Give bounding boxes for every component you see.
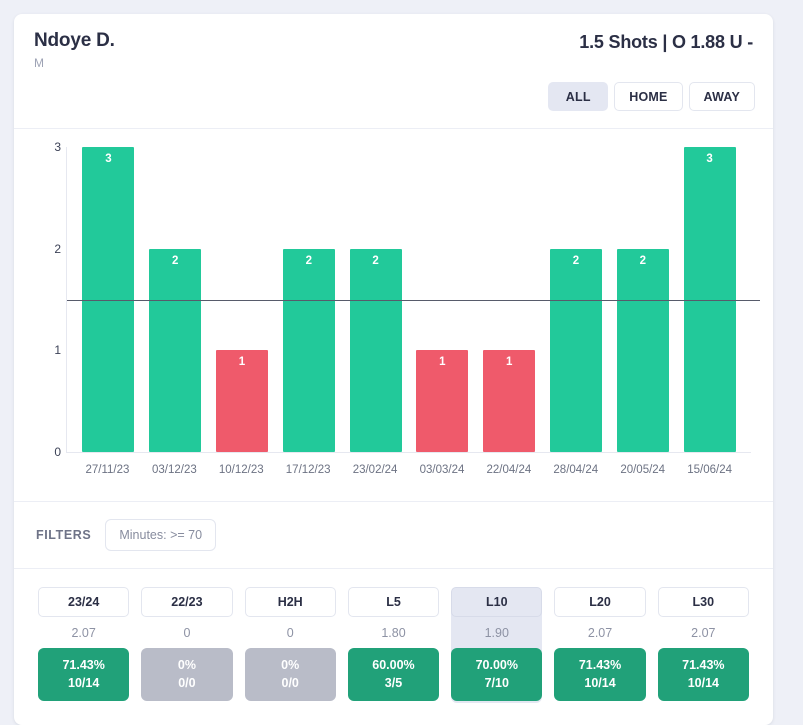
stat-percent: 70.00% <box>475 658 518 672</box>
bar[interactable]: 1 <box>215 350 268 452</box>
y-axis-tick-1: 1 <box>54 343 61 358</box>
stat-hit-rate-badge[interactable]: 0% 0/0 <box>141 648 233 702</box>
bar[interactable]: 1 <box>483 350 536 452</box>
stat-column-l5[interactable]: L5 1.80 60.00% 3/5 <box>347 587 440 703</box>
stat-column-22-23[interactable]: 22/23 0 0% 0/0 <box>141 587 233 703</box>
filters-label: FILTERS <box>36 528 92 542</box>
stat-average: 2.07 <box>691 626 716 640</box>
y-axis-tick-3: 3 <box>54 140 61 154</box>
shots-bar-chart: 3 2 1 2 2 1 1 2 2 3 0 1 2 3 27/11/23 03/12/23 10/12/23… <box>14 129 773 501</box>
bar-value-label: 2 <box>171 254 179 267</box>
stat-hit-rate-badge[interactable]: 71.43% 10/14 <box>38 648 130 702</box>
card-header: Ndoye D. M 1.5 Shots | O 1.88 U - ALL HOM… <box>14 14 773 128</box>
stat-column-l30[interactable]: L30 2.07 71.43% 10/14 <box>657 587 749 703</box>
bar-value-label: 1 <box>505 356 513 369</box>
x-axis-tick: 23/02/24 <box>352 464 398 476</box>
stat-percent: 60.00% <box>372 658 415 672</box>
x-axis-tick: 03/03/24 <box>419 464 465 476</box>
stat-average: 1.80 <box>381 626 406 640</box>
bar-value-label: 3 <box>105 153 112 165</box>
threshold-line <box>67 299 760 301</box>
bar[interactable]: 2 <box>616 248 669 452</box>
stat-range-button[interactable]: L5 <box>347 587 440 617</box>
venue-filter-tabs: ALL HOME AWAY <box>548 82 755 111</box>
stat-ratio: 3/5 <box>384 676 403 691</box>
y-axis-tick-2: 2 <box>54 241 61 256</box>
stat-range-button[interactable]: L20 <box>554 587 646 617</box>
bar-value-label: 2 <box>572 254 580 267</box>
bar[interactable]: 2 <box>149 248 202 452</box>
stat-range-button[interactable]: H2H <box>244 587 336 617</box>
stat-percent: 0% <box>177 658 196 672</box>
stat-average: 0 <box>286 626 294 640</box>
bar-value-label: 1 <box>238 356 246 369</box>
bar-value-label: 1 <box>439 356 446 369</box>
stat-ratio: 7/10 <box>484 676 509 691</box>
stat-column-l20[interactable]: L20 2.07 71.43% 10/14 <box>554 587 646 703</box>
bar[interactable]: 2 <box>549 248 602 452</box>
x-axis-tick: 28/04/24 <box>553 464 599 476</box>
chart-plot-area: 3 2 1 2 2 1 1 2 2 3 0 1 2 3 <box>54 140 760 459</box>
bar[interactable]: 2 <box>349 248 402 452</box>
tab-away[interactable]: AWAY <box>688 82 755 111</box>
stat-ratio: 10/14 <box>687 676 719 691</box>
bar-value-label: 2 <box>372 254 379 267</box>
x-axis-tick: 15/06/24 <box>687 464 732 476</box>
bar[interactable]: 2 <box>282 248 335 452</box>
stat-column-h2h[interactable]: H2H 0 0% 0/0 <box>244 587 336 703</box>
stat-percent: 71.43% <box>578 658 622 672</box>
bar-value-label: 2 <box>305 254 312 267</box>
bar[interactable]: 1 <box>416 350 469 452</box>
stat-average: 0 <box>183 626 191 640</box>
tab-home[interactable]: HOME <box>614 82 683 111</box>
stat-range-button[interactable]: L10 <box>451 587 543 617</box>
stat-column-23-24[interactable]: 23/24 2.07 71.43% 10/14 <box>38 587 130 703</box>
player-position: M <box>34 56 44 70</box>
bar-value-label: 2 <box>639 254 646 267</box>
stat-range-button[interactable]: 23/24 <box>38 587 130 617</box>
stat-percent: 71.43% <box>62 658 105 672</box>
y-axis-tick-0: 0 <box>54 445 61 459</box>
stat-ratio: 10/14 <box>584 676 616 691</box>
stats-summary-row: 23/24 2.07 71.43% 10/14 22/23 0 0% 0/0 H2H 0 0% 0/0… <box>14 569 773 725</box>
stat-hit-rate-badge[interactable]: 71.43% 10/14 <box>554 648 646 702</box>
player-stats-card: Ndoye D. M 1.5 Shots | O 1.88 U - ALL HOM… <box>14 14 773 725</box>
stat-range-button[interactable]: 22/23 <box>141 587 233 617</box>
stat-hit-rate-badge[interactable]: 0% 0/0 <box>244 648 336 702</box>
stat-hit-rate-badge[interactable]: 70.00% 7/10 <box>451 648 543 702</box>
filter-chip-minutes[interactable]: Minutes: >= 70 <box>105 519 217 551</box>
stat-ratio: 0/0 <box>178 676 196 691</box>
stat-hit-rate-badge[interactable]: 60.00% 3/5 <box>347 648 440 702</box>
stat-ratio: 0/0 <box>281 676 299 691</box>
x-axis-tick: 03/12/23 <box>151 464 197 476</box>
filters-bar: FILTERS Minutes: >= 70 <box>14 502 773 568</box>
stat-percent: 71.43% <box>682 658 725 672</box>
x-axis-tick: 22/04/24 <box>486 464 532 476</box>
stat-ratio: 10/14 <box>68 676 100 691</box>
stat-hit-rate-badge[interactable]: 71.43% 10/14 <box>657 648 749 702</box>
x-axis-tick: 20/05/24 <box>620 464 666 476</box>
stat-average: 2.07 <box>71 626 96 640</box>
stat-percent: 0% <box>281 658 300 672</box>
tab-label: AWAY <box>703 89 740 104</box>
market-odds-line: 1.5 Shots | O 1.88 U - <box>579 32 753 52</box>
stat-average: 1.90 <box>484 626 509 640</box>
stat-average: 2.07 <box>587 626 613 640</box>
bar-value-label: 3 <box>706 153 713 165</box>
x-axis-tick: 17/12/23 <box>285 464 331 476</box>
stat-column-l10[interactable]: L10 1.90 70.00% 7/10 <box>451 587 543 704</box>
tab-label: ALL <box>565 89 591 104</box>
tab-label: HOME <box>629 89 668 104</box>
stat-range-button[interactable]: L30 <box>657 587 749 617</box>
x-axis-tick: 10/12/23 <box>218 464 264 476</box>
chart-x-axis: 27/11/23 03/12/23 10/12/23 17/12/23 23/02/24… <box>66 453 751 476</box>
tab-all[interactable]: ALL <box>548 82 609 111</box>
x-axis-tick: 27/11/23 <box>85 464 130 476</box>
